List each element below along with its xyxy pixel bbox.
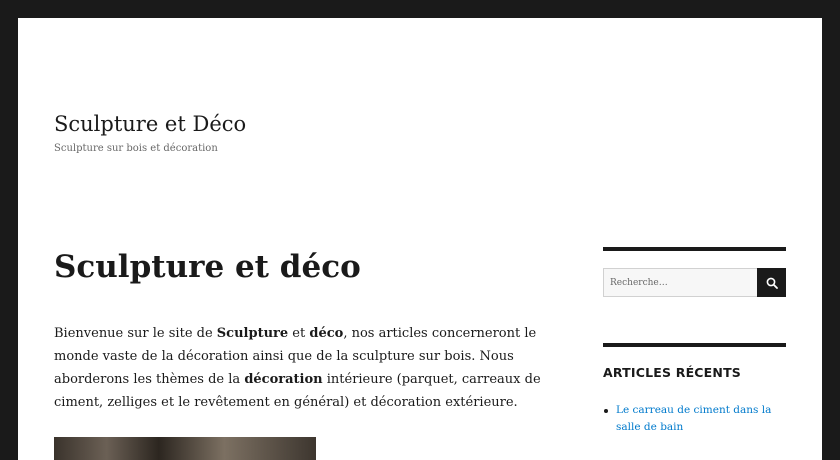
sidebar: ARTICLES RÉCENTS Le carreau de ciment da… <box>603 247 786 436</box>
recent-posts-list: Le carreau de ciment dans la salle de ba… <box>603 402 786 436</box>
site-title[interactable]: Sculpture et Déco <box>54 110 246 138</box>
site-description: Sculpture sur bois et décoration <box>54 143 218 154</box>
bold-text: Sculpture <box>216 326 289 341</box>
bold-text: déco <box>309 326 344 341</box>
search-icon <box>766 277 778 289</box>
article-content: Bienvenue sur le site de Sculpture et dé… <box>54 322 574 414</box>
article-image <box>54 437 316 460</box>
search-button[interactable] <box>757 268 786 297</box>
search-input[interactable] <box>603 268 757 297</box>
text-run: et <box>288 326 310 341</box>
widget-divider <box>603 343 786 347</box>
recent-posts-title: ARTICLES RÉCENTS <box>603 365 742 380</box>
page: Sculpture et Déco Sculpture sur bois et … <box>18 18 822 460</box>
page-title: Sculpture et déco <box>54 249 361 285</box>
article-paragraph: Bienvenue sur le site de Sculpture et dé… <box>54 322 574 414</box>
recent-post-link[interactable]: Le carreau de ciment dans la salle de ba… <box>616 404 771 433</box>
list-item: Le carreau de ciment dans la salle de ba… <box>603 402 786 436</box>
search-form <box>603 268 786 297</box>
bullet-icon <box>604 409 608 413</box>
text-run: Bienvenue sur le site de <box>54 326 217 341</box>
widget-divider <box>603 247 786 251</box>
bold-text: décoration <box>244 372 323 387</box>
recent-posts-widget: ARTICLES RÉCENTS Le carreau de ciment da… <box>603 343 786 436</box>
